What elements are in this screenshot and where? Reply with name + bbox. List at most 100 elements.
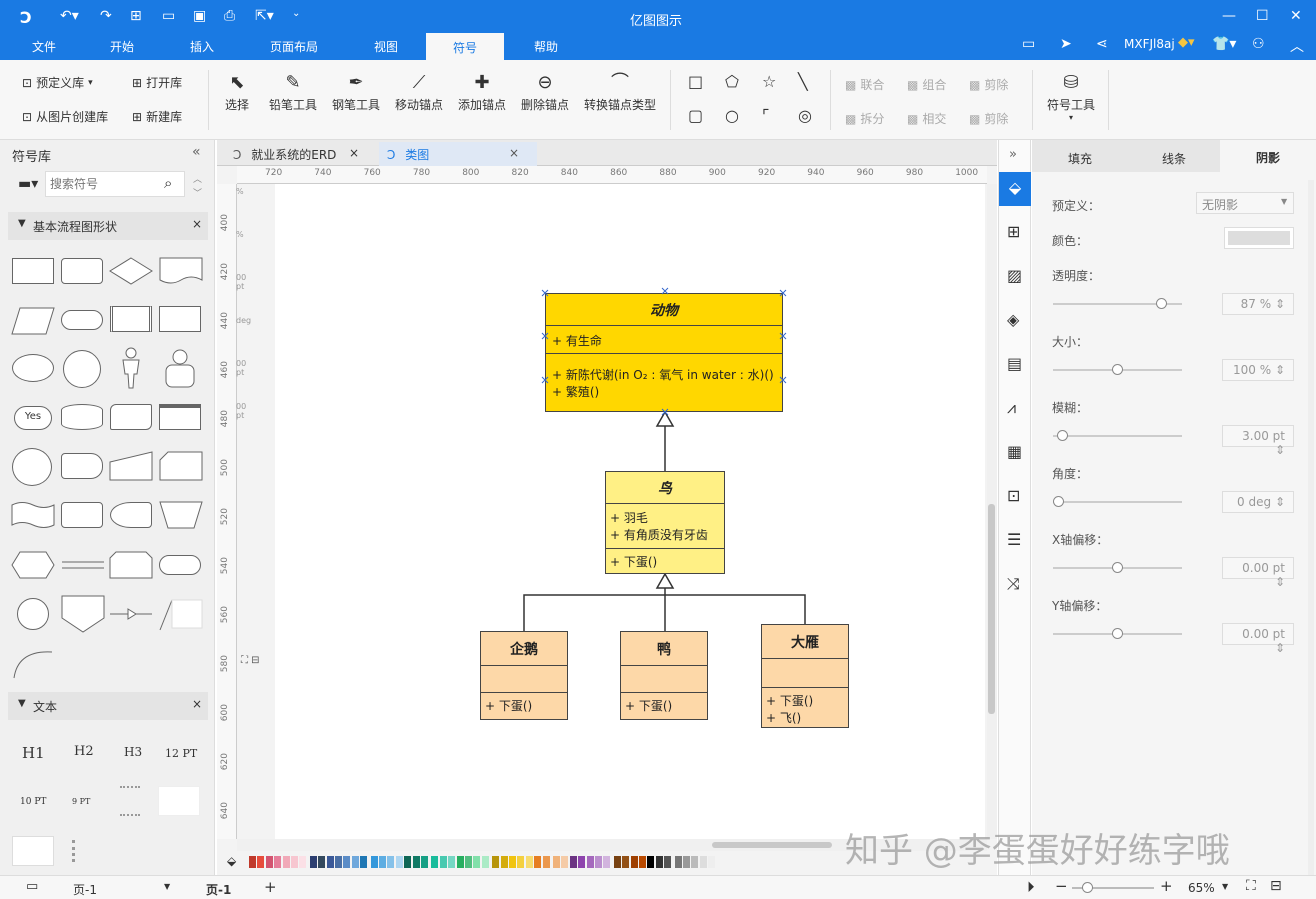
close-icon[interactable]: ✕ [1290, 8, 1302, 24]
color-swatch[interactable] [360, 856, 368, 868]
color-swatch[interactable] [586, 856, 594, 868]
open-folder-icon[interactable]: ▭ [162, 8, 175, 24]
color-swatch[interactable] [343, 856, 351, 868]
shirt-icon[interactable]: 👕▾ [1212, 36, 1236, 52]
collapse-ribbon-icon[interactable]: ︿ [1290, 36, 1304, 56]
org-chart-icon[interactable]: ⊡ [1007, 486, 1020, 505]
color-swatch[interactable] [318, 856, 326, 868]
document-shape[interactable] [158, 256, 204, 286]
angle-input[interactable]: 0 deg ⇕ [1222, 491, 1294, 513]
fill-bucket-icon[interactable]: ⬙ [227, 854, 236, 868]
select-tool-button[interactable]: ⬉ 选择 [222, 70, 252, 113]
color-swatch[interactable] [448, 856, 456, 868]
color-swatch[interactable] [465, 856, 472, 868]
text-h3[interactable]: H3 [124, 745, 142, 759]
manual-input-shape[interactable] [108, 450, 154, 482]
table-icon[interactable]: ▦ [1007, 442, 1022, 461]
image-icon[interactable]: ▨ [1007, 266, 1022, 285]
circle-shape[interactable] [63, 350, 101, 388]
color-swatch[interactable] [553, 856, 560, 868]
color-swatch[interactable] [379, 856, 386, 868]
union-button[interactable]: ▩ 联合 [845, 76, 884, 93]
direct-data-shape[interactable] [61, 453, 103, 479]
color-swatch[interactable] [622, 856, 630, 868]
color-swatch[interactable] [387, 856, 395, 868]
color-swatch[interactable] [431, 856, 439, 868]
zoom-value[interactable]: 65% [1188, 881, 1215, 895]
send-icon[interactable]: ➤ [1060, 36, 1072, 52]
delete-anchor-button[interactable]: ⊖ 删除锚点 [517, 70, 573, 113]
arc-shape[interactable] [10, 646, 56, 680]
split-button[interactable]: ▩ 拆分 [845, 110, 884, 127]
text-h2[interactable]: H2 [74, 744, 94, 759]
class-goose[interactable]: 大雁 + 下蛋() + 飞() [761, 624, 849, 728]
color-swatch[interactable] [691, 856, 699, 868]
collapse-panel-icon[interactable]: « [192, 144, 201, 160]
parallel-lines-shape[interactable] [60, 550, 106, 580]
display-shape[interactable] [61, 502, 103, 528]
text-10pt[interactable]: 10 PT [20, 797, 46, 807]
chevron-down-icon[interactable]: ▼ [1222, 882, 1228, 891]
slider-knob[interactable] [1112, 628, 1123, 639]
zoom-slider[interactable] [1072, 882, 1154, 893]
text-9pt[interactable]: 9 PT [72, 797, 90, 806]
chart-icon[interactable]: ⩘ [1007, 398, 1016, 418]
text-paragraph-block[interactable] [120, 786, 140, 816]
tab-fill[interactable]: 填充 [1068, 150, 1092, 167]
blur-slider[interactable] [1053, 430, 1182, 441]
search-input[interactable] [50, 175, 160, 193]
color-swatch[interactable] [639, 856, 646, 868]
color-swatch[interactable] [630, 856, 638, 868]
size-slider[interactable] [1053, 364, 1182, 375]
tab-shadow[interactable]: 阴影 [1220, 140, 1316, 172]
scrollbar-thumb[interactable] [712, 842, 832, 848]
menu-view[interactable]: 视图 [374, 38, 398, 55]
color-swatch[interactable] [613, 856, 621, 868]
color-swatch[interactable] [481, 856, 489, 868]
actor-shape[interactable] [118, 346, 144, 390]
subtract-button[interactable]: ▩ 剪除 [969, 76, 1008, 93]
tab-class-diagram[interactable]: Ɔ 类图 × [379, 142, 537, 166]
color-swatch[interactable] [664, 856, 672, 868]
pentagon-icon[interactable]: ⬠ [725, 72, 739, 91]
color-swatch[interactable] [674, 856, 682, 868]
zoom-knob[interactable] [1082, 882, 1093, 893]
fill-bucket-icon[interactable]: ⬙ [999, 172, 1031, 206]
vertical-scrollbar[interactable] [987, 184, 997, 839]
color-swatch[interactable] [412, 856, 420, 868]
color-swatch[interactable] [509, 856, 516, 868]
page-select[interactable]: 页-1 [73, 881, 97, 898]
color-swatch[interactable] [578, 856, 586, 868]
print-icon[interactable]: ⎙ [224, 8, 235, 24]
rounded-process-shape[interactable] [61, 258, 103, 284]
color-swatch[interactable] [561, 856, 569, 868]
section-header-text[interactable]: ▼ 文本 × [8, 692, 208, 720]
close-section-icon[interactable]: × [192, 217, 202, 231]
color-swatch[interactable] [421, 856, 428, 868]
color-swatch[interactable] [517, 856, 525, 868]
color-swatch[interactable] [492, 856, 500, 868]
open-library-button[interactable]: ⊞ 打开库 [132, 74, 182, 91]
search-box[interactable]: ⌕ [45, 171, 185, 197]
color-swatch[interactable] [439, 856, 447, 868]
color-swatch[interactable] [326, 856, 334, 868]
arc-icon[interactable]: ⌜ [762, 106, 770, 125]
comment-icon[interactable]: ▭ [1022, 36, 1035, 52]
slider-knob[interactable] [1053, 496, 1064, 507]
close-section-icon[interactable]: × [192, 697, 202, 711]
color-swatch[interactable] [274, 856, 282, 868]
expand-panel-icon[interactable]: » [1009, 147, 1017, 162]
text-h1[interactable]: H1 [22, 744, 45, 762]
menu-file[interactable]: 文件 [32, 38, 56, 55]
export-icon[interactable]: ⇱▾ [255, 8, 274, 24]
page-view-icon[interactable]: ▭ [26, 879, 38, 894]
color-swatch[interactable] [708, 856, 716, 868]
manual-operation-shape[interactable] [158, 500, 204, 530]
fit-page-icon[interactable]: ⛶ ⊟ [241, 655, 260, 666]
new-icon[interactable]: ⊞ [130, 8, 142, 24]
text-12pt[interactable]: 12 PT [165, 747, 197, 760]
color-swatch[interactable] [282, 856, 290, 868]
shuffle-icon[interactable]: ⤨ [1007, 574, 1020, 594]
drawing-page[interactable]: 动物 + 有生命 + 新陈代谢(in O₂ : 氧气 in water : 水)… [275, 184, 985, 839]
predefined-select[interactable]: 无阴影 ▼ [1196, 192, 1294, 214]
